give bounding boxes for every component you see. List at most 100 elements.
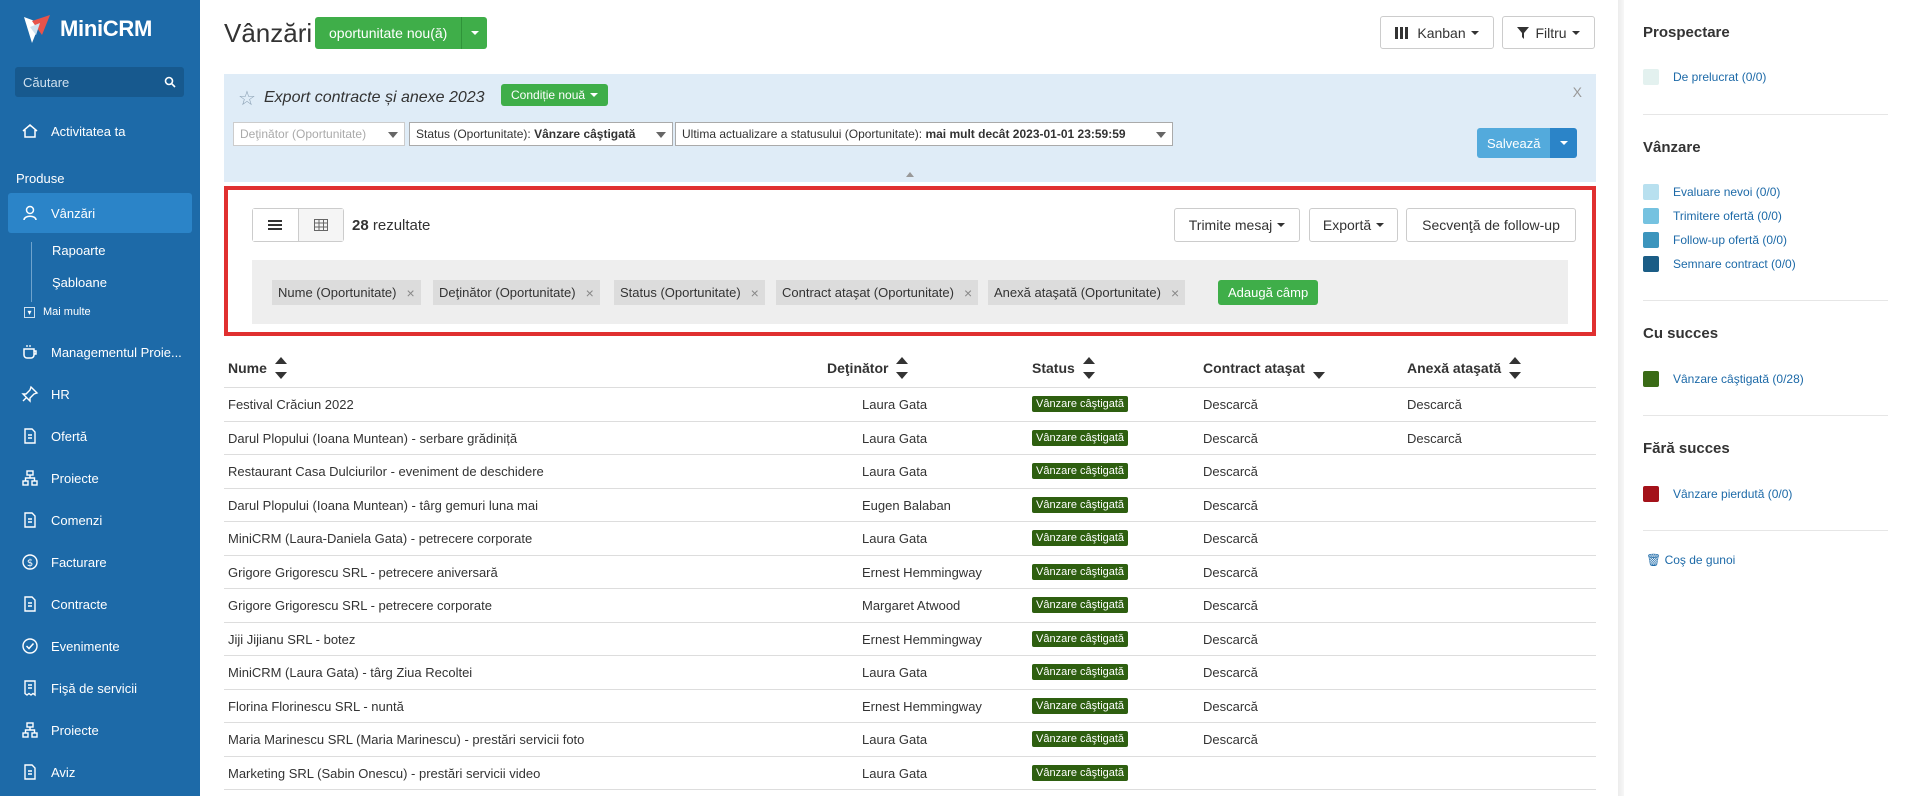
cell-contract-link[interactable]: Descarcă xyxy=(1203,498,1258,513)
new-opportunity-button[interactable]: oportunitate nou(ă) xyxy=(315,17,462,49)
status-item[interactable]: Evaluare nevoi (0/0) xyxy=(1643,184,1780,200)
status-item[interactable]: Follow-up ofertă (0/0) xyxy=(1643,232,1787,248)
cell-contract-link[interactable]: Descarcă xyxy=(1203,732,1258,747)
cell-name[interactable]: Darul Plopului (Ioana Muntean) - serbare… xyxy=(228,431,517,446)
cell-contract-link[interactable]: Descarcă xyxy=(1203,598,1258,613)
cell-contract-link[interactable]: Descarcă xyxy=(1203,632,1258,647)
status-filter-select[interactable]: Status (Oportunitate): Vânzare câştigată xyxy=(409,122,673,146)
save-dropdown[interactable] xyxy=(1550,128,1578,158)
sub-item-reports[interactable]: Rapoarte xyxy=(52,243,105,258)
sort-icon[interactable] xyxy=(1312,357,1325,379)
status-item[interactable]: Trimitere ofertă (0/0) xyxy=(1643,208,1782,224)
cell-contract-link[interactable]: Descarcă xyxy=(1203,431,1258,446)
star-icon[interactable]: ☆ xyxy=(238,86,256,111)
table-row[interactable]: Restaurant Casa Dulciurilor - eveniment … xyxy=(224,455,1596,489)
remove-icon[interactable]: × xyxy=(751,285,759,301)
field-tag-owner[interactable]: Deţinător (Oportunitate) × xyxy=(433,280,600,305)
table-row[interactable]: Grigore Grigorescu SRL - petrecere corpo… xyxy=(224,589,1596,623)
nav-item-hr[interactable]: HR xyxy=(8,374,192,414)
table-row[interactable]: Florina Florinescu SRL - nuntă Ernest Hem… xyxy=(224,690,1596,723)
new-condition-button[interactable]: Condiție nouă xyxy=(501,84,609,106)
cell-contract-link[interactable]: Descarcă xyxy=(1203,699,1258,714)
cell-name[interactable]: Grigore Grigorescu SRL - petrecere corpo… xyxy=(228,598,492,613)
nav-item-orders[interactable]: Comenzi xyxy=(8,500,192,540)
table-row[interactable]: Festival Crăciun 2022 Laura Gata Vânzare c… xyxy=(224,388,1596,422)
close-filter-icon[interactable]: X xyxy=(1573,84,1582,100)
grid-view-button[interactable] xyxy=(298,209,343,241)
status-item[interactable]: De prelucrat (0/0) xyxy=(1643,69,1766,85)
nav-item-projects-2[interactable]: Proiecte xyxy=(8,710,192,750)
table-row[interactable]: MiniCRM (Laura Gata) - târg Ziua Recolte… xyxy=(224,656,1596,690)
list-view-button[interactable] xyxy=(253,209,299,241)
cell-contract-link[interactable]: Descarcă xyxy=(1203,531,1258,546)
cell-name[interactable]: Florina Florinescu SRL - nuntă xyxy=(228,699,404,714)
add-field-button[interactable]: Adaugă câmp xyxy=(1218,280,1319,305)
cell-name[interactable]: Restaurant Casa Dulciurilor - eveniment … xyxy=(228,464,544,479)
nav-item-aviz[interactable]: Aviz xyxy=(8,752,192,792)
table-row[interactable]: Darul Plopului (Ioana Muntean) - serbare… xyxy=(224,422,1596,455)
owner-filter-select[interactable]: Deţinător (Oportunitate) xyxy=(233,122,405,146)
column-header-name[interactable]: Nume xyxy=(228,357,287,379)
filter-button[interactable]: Filtru xyxy=(1502,16,1595,49)
cell-name[interactable]: Jiji Jijianu SRL - botez xyxy=(228,632,355,647)
filter-name[interactable]: Export contracte și anexe 2023 xyxy=(264,89,485,107)
nav-item-project-management[interactable]: Managementul Proie... xyxy=(8,332,192,372)
kanban-button[interactable]: Kanban xyxy=(1380,16,1494,49)
cell-name[interactable]: Festival Crăciun 2022 xyxy=(228,397,354,412)
sort-icon[interactable] xyxy=(896,357,909,379)
cell-annex-link[interactable]: Descarcă xyxy=(1407,397,1462,412)
cell-annex-link[interactable]: Descarcă xyxy=(1407,431,1462,446)
remove-icon[interactable]: × xyxy=(407,285,415,301)
send-message-button[interactable]: Trimite mesaj xyxy=(1174,208,1300,242)
column-header-owner[interactable]: Deţinător xyxy=(827,357,909,379)
sidebar-search[interactable] xyxy=(15,67,184,97)
more-toggle[interactable]: ▾ Mai multe xyxy=(24,306,91,318)
nav-item-billing[interactable]: $ Facturare xyxy=(8,542,192,582)
table-row[interactable]: Marketing SRL (Sabin Onescu) - prestări … xyxy=(224,757,1596,790)
nav-item-contracts[interactable]: Contracte xyxy=(8,584,192,624)
save-button[interactable]: Salvează xyxy=(1477,128,1551,158)
search-icon[interactable] xyxy=(164,76,176,88)
status-update-filter-select[interactable]: Ultima actualizare a statusului (Oportun… xyxy=(675,122,1173,146)
cell-name[interactable]: Darul Plopului (Ioana Muntean) - târg ge… xyxy=(228,498,538,513)
nav-item-activity[interactable]: Activitatea ta xyxy=(8,111,192,151)
column-header-status[interactable]: Status xyxy=(1032,357,1095,379)
table-row[interactable]: Darul Plopului (Ioana Muntean) - târg ge… xyxy=(224,489,1596,522)
cell-contract-link[interactable]: Descarcă xyxy=(1203,565,1258,580)
sort-icon[interactable] xyxy=(1509,357,1522,379)
export-button[interactable]: Exportă xyxy=(1309,208,1398,242)
trash-link[interactable]: 🗑 Coş de gunoi xyxy=(1646,553,1735,567)
remove-icon[interactable]: × xyxy=(1171,285,1179,301)
remove-icon[interactable]: × xyxy=(964,285,972,301)
nav-item-offer[interactable]: Ofertă xyxy=(8,416,192,456)
field-tag-name[interactable]: Nume (Oportunitate) × xyxy=(272,280,421,305)
remove-icon[interactable]: × xyxy=(586,285,594,301)
cell-name[interactable]: MiniCRM (Laura-Daniela Gata) - petrecere… xyxy=(228,531,532,546)
collapse-panel-icon[interactable] xyxy=(906,172,914,177)
cell-name[interactable]: Marketing SRL (Sabin Onescu) - prestări … xyxy=(228,766,540,781)
followup-sequence-button[interactable]: Secvenţă de follow-up xyxy=(1406,208,1576,242)
logo[interactable]: MiniCRM xyxy=(20,12,152,46)
field-tag-contract[interactable]: Contract ataşat (Oportunitate) × xyxy=(776,280,979,305)
cell-contract-link[interactable]: Descarcă xyxy=(1203,397,1258,412)
status-item[interactable]: Semnare contract (0/0) xyxy=(1643,256,1796,272)
cell-name[interactable]: Maria Marinescu SRL (Maria Marinescu) - … xyxy=(228,732,584,747)
column-header-contract[interactable]: Contract ataşat xyxy=(1203,357,1325,379)
field-tag-annex[interactable]: Anexă ataşată (Oportunitate) × xyxy=(988,280,1186,305)
sort-icon[interactable] xyxy=(1082,357,1095,379)
nav-item-projects[interactable]: Proiecte xyxy=(8,458,192,498)
cell-contract-link[interactable]: Descarcă xyxy=(1203,665,1258,680)
nav-item-service-sheet[interactable]: Fişă de servicii xyxy=(8,668,192,708)
table-row[interactable]: Jiji Jijianu SRL - botez Ernest Hemmingwa… xyxy=(224,623,1596,656)
new-opportunity-dropdown[interactable] xyxy=(461,17,488,49)
field-tag-status[interactable]: Status (Oportunitate) × xyxy=(614,280,765,305)
cell-name[interactable]: Grigore Grigorescu SRL - petrecere anive… xyxy=(228,565,498,580)
table-row[interactable]: Maria Marinescu SRL (Maria Marinescu) - … xyxy=(224,723,1596,757)
column-header-annex[interactable]: Anexă ataşată xyxy=(1407,357,1522,379)
sub-item-templates[interactable]: Şabloane xyxy=(52,275,107,290)
nav-item-events[interactable]: Evenimente xyxy=(8,626,192,666)
cell-contract-link[interactable]: Descarcă xyxy=(1203,464,1258,479)
sort-icon[interactable] xyxy=(274,357,287,379)
status-item[interactable]: Vânzare pierdută (0/0) xyxy=(1643,486,1792,502)
status-item[interactable]: Vânzare câştigată (0/28) xyxy=(1643,371,1804,387)
